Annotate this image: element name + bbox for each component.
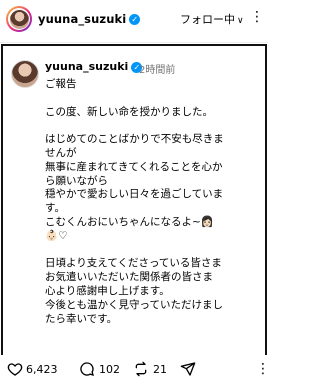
story-avatar[interactable] bbox=[6, 6, 32, 32]
caption-blank-line bbox=[45, 119, 263, 133]
post-panel: yuuna_suzuki ✓ 2時間前 ご報告この度、新しい命を授かりました。 はじ… bbox=[1, 44, 267, 356]
caption-line: 無事に産まれてきてくれることを心か bbox=[45, 160, 223, 173]
account-username-text[interactable]: yuuna_suzuki bbox=[38, 12, 126, 26]
chevron-down-icon: ∨ bbox=[237, 16, 244, 26]
caption-line: ら願いながら bbox=[45, 174, 108, 187]
comment-count: 102 bbox=[99, 363, 120, 376]
caption-line: 心より感謝申し上げます。 bbox=[45, 284, 170, 297]
action-bar: 6,423 102 21 ⋮ bbox=[0, 355, 270, 385]
like-count: 6,423 bbox=[26, 363, 58, 376]
top-bar: yuuna_suzuki ✓ フォロー中 ∨ ⋮ bbox=[0, 0, 268, 38]
caption-line: 👶🏻♡ bbox=[45, 229, 68, 242]
caption-blank-line bbox=[45, 92, 263, 106]
heart-icon[interactable] bbox=[7, 361, 23, 377]
more-icon[interactable]: ⋮ bbox=[256, 361, 270, 377]
caption-blank-line bbox=[45, 244, 263, 258]
post-caption: ご報告この度、新しい命を授かりました。 はじめてのことばかりで不安も尽きま せんが無… bbox=[45, 78, 263, 326]
post-header: yuuna_suzuki ✓ bbox=[45, 60, 143, 73]
post-avatar[interactable] bbox=[11, 60, 39, 88]
divider bbox=[0, 42, 268, 43]
caption-line: この度、新しい命を授かりました。 bbox=[45, 105, 213, 118]
post-username[interactable]: yuuna_suzuki bbox=[45, 60, 128, 73]
following-button[interactable]: フォロー中 ∨ bbox=[180, 11, 244, 27]
share-icon[interactable] bbox=[180, 361, 196, 377]
repost-icon[interactable] bbox=[133, 361, 149, 377]
comment-icon[interactable] bbox=[79, 361, 95, 377]
caption-line: ご報告 bbox=[45, 78, 77, 90]
repost-count: 21 bbox=[153, 363, 167, 376]
more-options-icon[interactable]: ⋮ bbox=[250, 7, 264, 27]
caption-line: す。 bbox=[45, 202, 65, 215]
caption-line: 穏やかで愛おしい日々を過ごしていま bbox=[45, 188, 224, 201]
caption-line: こむくんおにいちゃんになるよ~👩🏻 bbox=[45, 215, 214, 228]
caption-line: お気遣いいただいた関係者の皆さま bbox=[45, 271, 213, 284]
verified-icon: ✓ bbox=[129, 14, 141, 25]
caption-line: はじめてのことばかりで不安も尽きま bbox=[45, 133, 224, 146]
account-username[interactable]: yuuna_suzuki ✓ bbox=[38, 12, 141, 26]
caption-line: 今後とも温かく見守っていただけまし bbox=[45, 298, 223, 311]
caption-line: せんが bbox=[45, 146, 77, 159]
following-label: フォロー中 bbox=[180, 13, 235, 26]
post-timestamp: 2時間前 bbox=[139, 65, 176, 76]
caption-line: たら幸いです。 bbox=[45, 312, 118, 325]
caption-line: 日頃より支えてくださっている皆さま bbox=[45, 257, 222, 270]
